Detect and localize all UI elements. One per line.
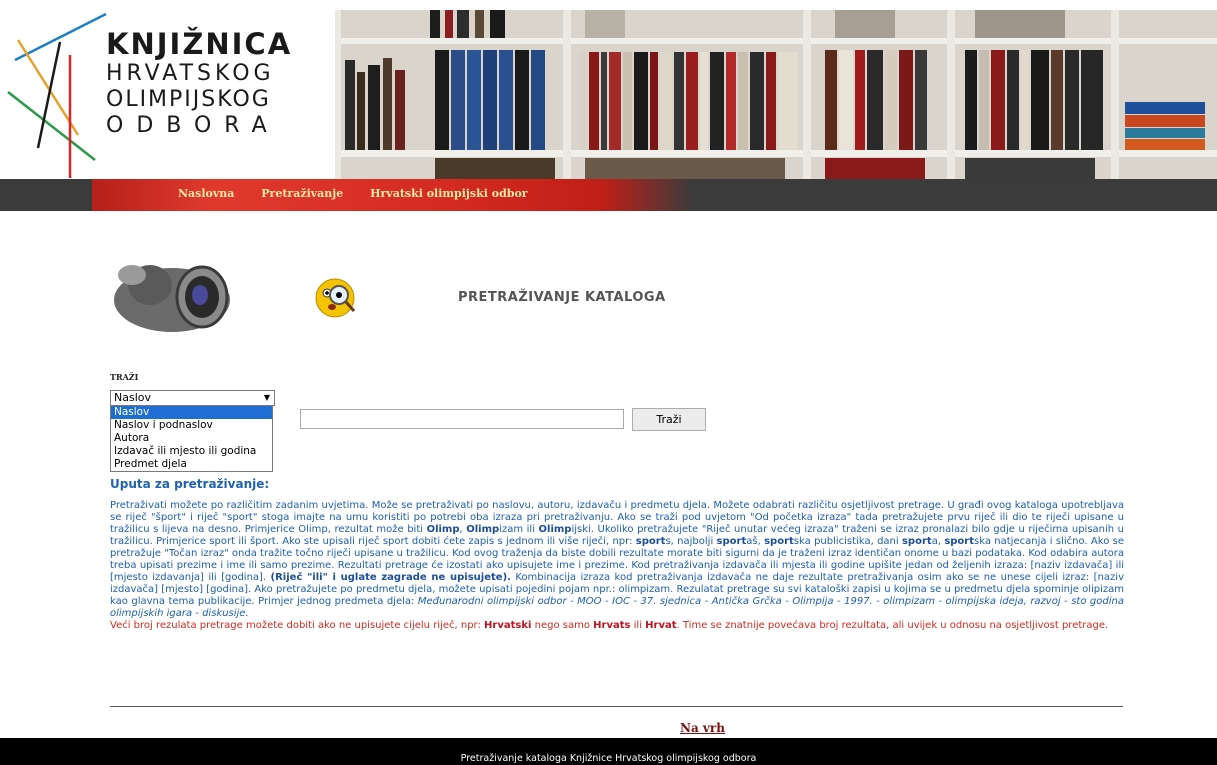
nav-link-hoo[interactable]: Hrvatski olimpijski odbor <box>370 187 527 200</box>
bookshelf-banner-image <box>335 10 1217 180</box>
logo-line-2: HRVATSKOG <box>106 61 275 86</box>
search-type-select[interactable]: Naslov ▼ <box>110 390 275 406</box>
help-text: Pretraživati možete po različitim zadani… <box>110 500 1124 631</box>
main-navigation: Naslovna Pretraživanje Hrvatski olimpijs… <box>0 179 1217 211</box>
option-naslov[interactable]: Naslov <box>111 406 272 419</box>
page-title: PRETRAŽIVANJE KATALOGA <box>458 290 666 305</box>
logo-line-3: OLIMPIJSKOG <box>106 87 271 112</box>
option-predmet[interactable]: Predmet djela <box>111 458 272 471</box>
search-type-selected: Naslov <box>114 391 151 404</box>
footer-text: Pretraživanje kataloga Knjižnice Hrvatsk… <box>460 753 757 764</box>
back-to-top-link[interactable]: Na vrh <box>680 721 725 735</box>
search-field-label: TRAŽI <box>110 372 139 382</box>
search-type-dropdown: Naslov Naslov i podnaslov Autora Izdavač… <box>110 405 273 472</box>
divider <box>110 706 1123 707</box>
logo-line-1: KNJIŽNICA <box>106 27 293 61</box>
help-title: Uputa za pretraživanje: <box>110 477 270 491</box>
nav-link-pretrazivanje[interactable]: Pretraživanje <box>261 187 343 200</box>
nav-link-naslovna[interactable]: Naslovna <box>178 187 234 200</box>
header: KNJIŽNICA HRVATSKOG OLIMPIJSKOG ODBORA <box>0 0 1217 180</box>
magnifier-smiley-icon <box>315 278 356 318</box>
olympic-lines-icon <box>7 12 107 178</box>
nav-links: Naslovna Pretraživanje Hrvatski olimpijs… <box>178 187 551 200</box>
option-naslov-podnaslov[interactable]: Naslov i podnaslov <box>111 419 272 432</box>
option-autora[interactable]: Autora <box>111 432 272 445</box>
library-logo[interactable]: KNJIŽNICA HRVATSKOG OLIMPIJSKOG ODBORA <box>0 0 300 180</box>
binoculars-icon <box>114 265 230 332</box>
chevron-down-icon: ▼ <box>263 393 270 402</box>
footer: Pretraživanje kataloga Knjižnice Hrvatsk… <box>0 738 1217 765</box>
bookshelf-illustration <box>335 10 1217 180</box>
help-tip: Veći broj rezulata pretrage možete dobit… <box>110 619 1109 631</box>
search-input[interactable] <box>300 409 624 429</box>
logo-line-4: ODBORA <box>106 113 280 138</box>
logo-text: KNJIŽNICA HRVATSKOG OLIMPIJSKOG ODBORA <box>106 27 292 139</box>
option-izdavac[interactable]: Izdavač ili mjesto ili godina <box>111 445 272 458</box>
search-button[interactable]: Traži <box>632 408 706 431</box>
